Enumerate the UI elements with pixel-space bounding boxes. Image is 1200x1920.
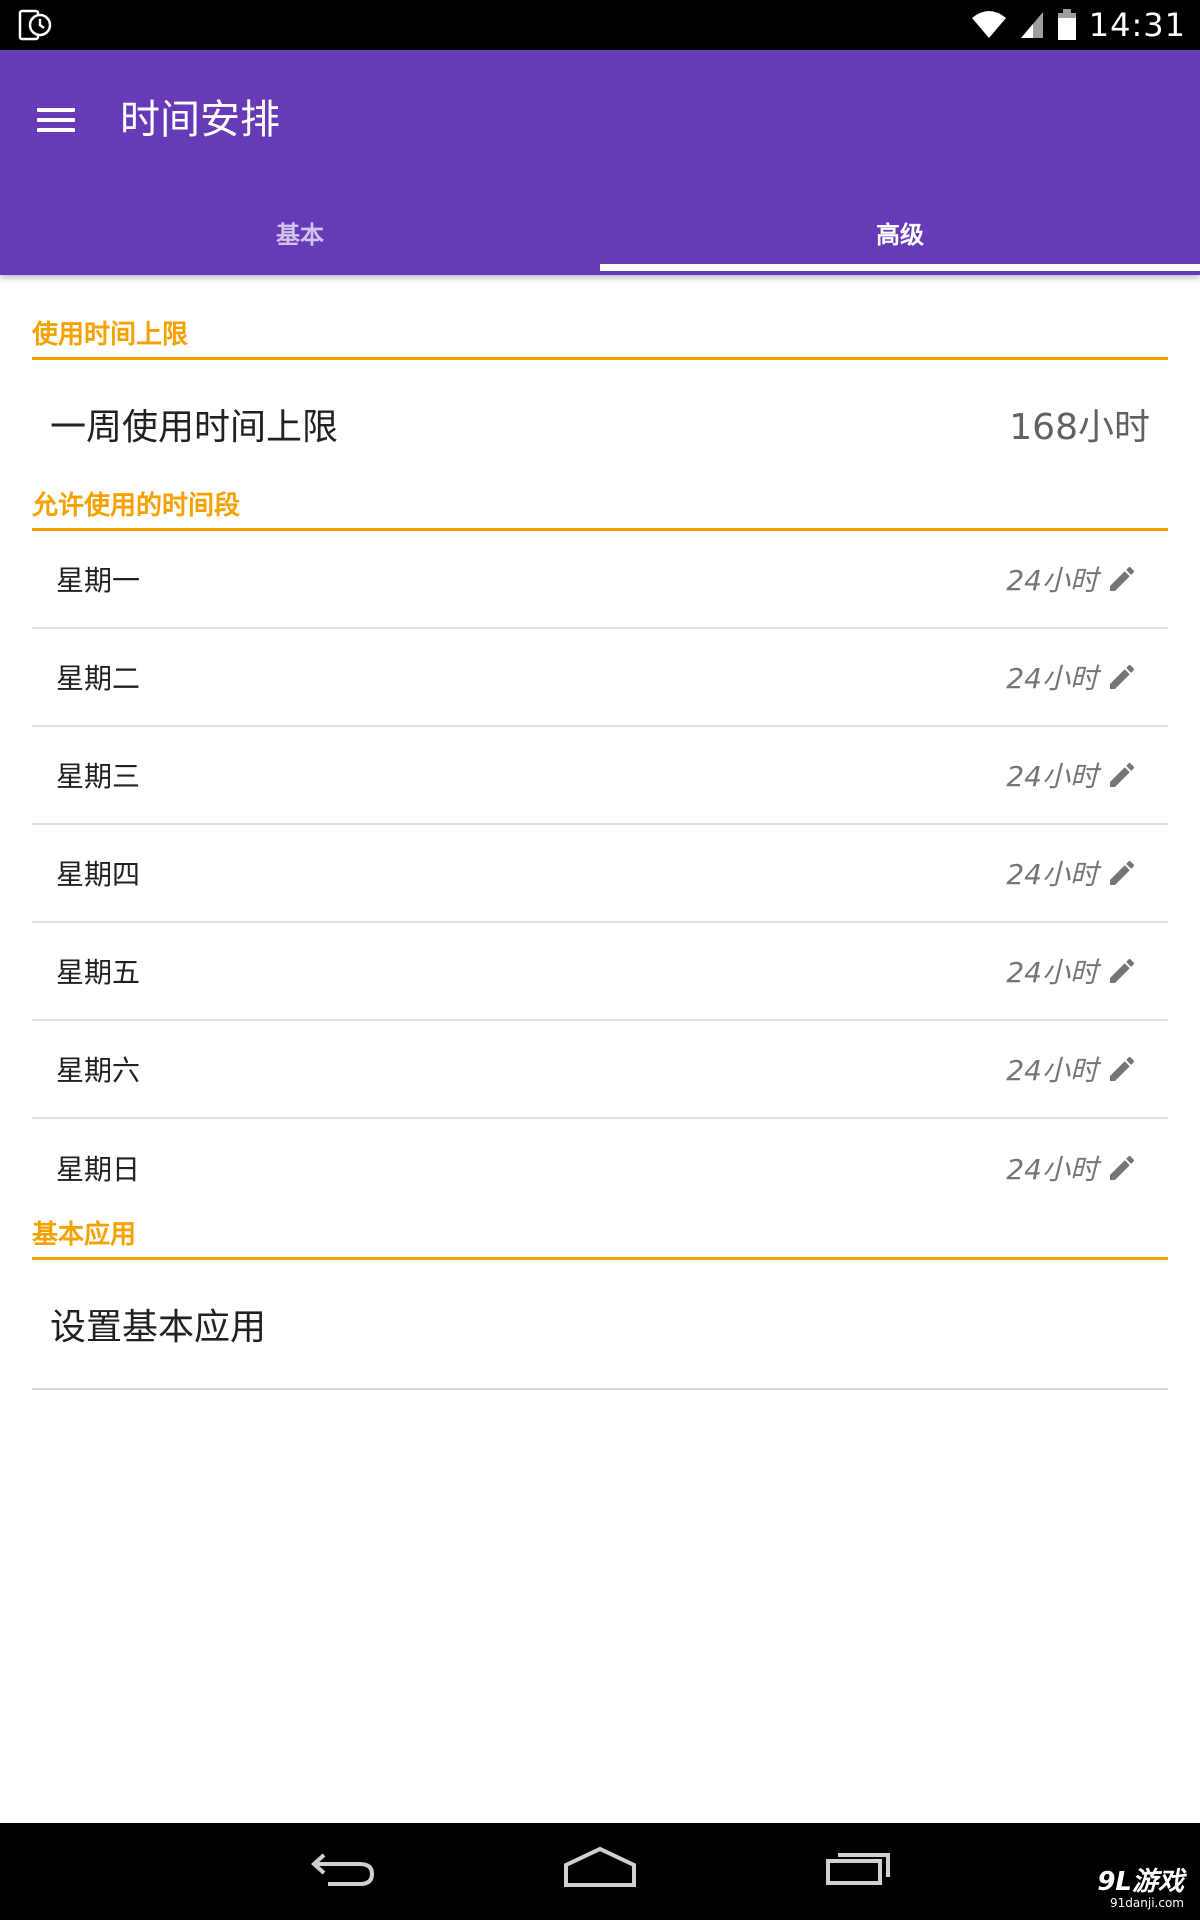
day-row-thursday[interactable]: 星期四 24小时	[32, 825, 1168, 923]
app-bar: 时间安排 基本 高级	[0, 50, 1200, 275]
tab-bar: 基本 高级	[0, 190, 1200, 275]
day-row-monday[interactable]: 星期一 24小时	[32, 531, 1168, 629]
day-row-tuesday[interactable]: 星期二 24小时	[32, 629, 1168, 727]
set-basic-apps-label: 设置基本应用	[50, 1307, 267, 1348]
section-header-basic-apps: 基本应用	[32, 1217, 1168, 1260]
set-basic-apps-row[interactable]: 设置基本应用	[32, 1260, 1168, 1390]
section-header-allowed-periods: 允许使用的时间段	[32, 488, 1168, 531]
day-row-friday[interactable]: 星期五 24小时	[32, 923, 1168, 1021]
day-row-wednesday[interactable]: 星期三 24小时	[32, 727, 1168, 825]
battery-icon	[1057, 9, 1076, 40]
pencil-icon[interactable]	[1106, 759, 1138, 791]
recents-icon[interactable]	[824, 1845, 894, 1895]
day-hours: 24小时	[1006, 1054, 1098, 1087]
back-icon[interactable]	[308, 1845, 378, 1895]
pencil-icon[interactable]	[1106, 857, 1138, 889]
day-hours: 24小时	[1006, 1153, 1098, 1186]
day-row-saturday[interactable]: 星期六 24小时	[32, 1021, 1168, 1119]
tab-advanced[interactable]: 高级	[600, 190, 1200, 275]
status-time: 14:31	[1088, 6, 1186, 44]
pencil-icon[interactable]	[1106, 1152, 1138, 1184]
page-title: 时间安排	[120, 97, 280, 143]
day-label: 星期四	[56, 858, 141, 891]
wifi-icon	[971, 11, 1006, 38]
pencil-icon[interactable]	[1106, 563, 1138, 595]
pencil-icon[interactable]	[1106, 1053, 1138, 1085]
pencil-icon[interactable]	[1106, 661, 1138, 693]
status-bar: 14:31	[0, 0, 1200, 50]
tab-basic[interactable]: 基本	[0, 190, 600, 275]
menu-icon[interactable]	[30, 100, 80, 140]
day-hours: 24小时	[1006, 858, 1098, 891]
weekly-limit-value: 168小时	[1009, 407, 1150, 448]
watermark-main: 9L游戏	[1097, 1867, 1184, 1897]
day-hours: 24小时	[1006, 564, 1098, 597]
watermark-logo: 9L游戏 91danji.com	[1097, 1868, 1184, 1910]
day-row-sunday[interactable]: 星期日 24小时	[32, 1119, 1168, 1217]
settings-content: 使用时间上限 一周使用时间上限 168小时 允许使用的时间段 星期一 24小时 …	[32, 275, 1168, 1390]
signal-icon	[1020, 12, 1043, 38]
day-label: 星期五	[56, 956, 141, 989]
day-hours: 24小时	[1006, 760, 1098, 793]
day-label: 星期日	[56, 1153, 141, 1186]
day-label: 星期二	[56, 662, 141, 695]
watermark-sub: 91danji.com	[1110, 1896, 1184, 1910]
weekly-limit-label: 一周使用时间上限	[50, 407, 339, 448]
pencil-icon[interactable]	[1106, 955, 1138, 987]
day-label: 星期三	[56, 760, 141, 793]
section-header-usage-limit: 使用时间上限	[32, 275, 1168, 360]
app-clock-icon	[18, 9, 52, 41]
weekly-limit-row[interactable]: 一周使用时间上限 168小时	[32, 360, 1168, 488]
navigation-bar	[0, 1823, 1200, 1920]
day-hours: 24小时	[1006, 956, 1098, 989]
home-icon[interactable]	[562, 1845, 638, 1895]
day-label: 星期六	[56, 1054, 141, 1087]
day-hours: 24小时	[1006, 662, 1098, 695]
day-label: 星期一	[56, 564, 141, 597]
